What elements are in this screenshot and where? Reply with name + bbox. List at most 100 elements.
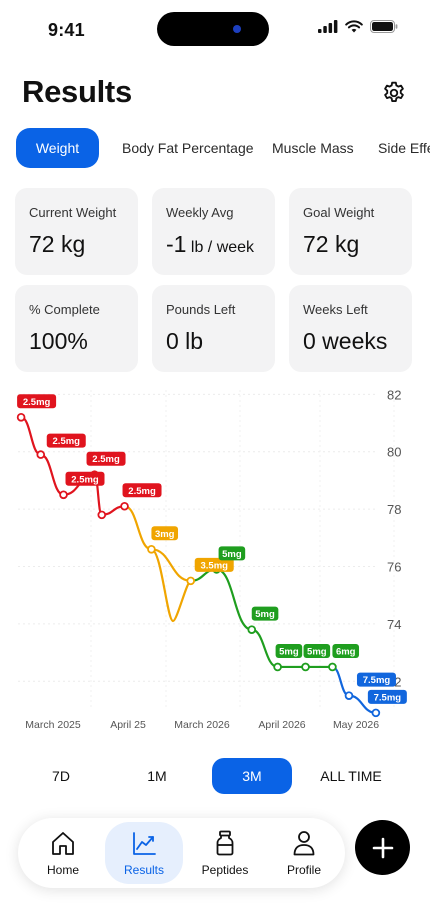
stat-value: 0 weeks [303,328,387,355]
data-point [344,691,354,700]
x-tick-label: March 2025 [25,719,81,731]
status-time: 9:41 [48,20,85,40]
stat-card-pounds-left: Pounds Left 0 lb [152,285,275,372]
settings-button[interactable] [380,79,408,107]
x-tick-label: April 2026 [258,719,305,731]
series-segment [215,568,253,631]
stat-card-weeks-left: Weeks Left 0 weeks [289,285,412,372]
stat-number: 100% [29,328,88,354]
dose-label: 6mg [336,646,356,657]
stat-number: -1 [166,231,187,257]
status-icons [318,20,398,33]
x-tick-label: May 2026 [333,719,379,731]
nav-label: Peptides [201,863,249,877]
nav-home[interactable]: Home [24,822,102,884]
range-all-time[interactable]: ALL TIME [310,758,392,794]
chart-icon [133,832,156,855]
stat-label: Weeks Left [303,302,368,317]
tab-muscle-mass[interactable]: Muscle Mass [272,128,354,168]
range-7d[interactable]: 7D [20,758,102,794]
dose-label: 3.5mg [200,560,228,571]
stat-label: % Complete [29,302,100,317]
series-segment [250,628,279,669]
dose-label: 2.5mg [128,486,156,497]
y-tick-label: 78 [387,502,401,517]
time-range-selector: 7D 1M 3M ALL TIME [20,758,410,794]
stat-value: 0 lb [166,328,203,355]
nav-profile[interactable]: Profile [265,822,343,884]
gear-icon [384,81,404,102]
add-entry-button[interactable] [355,820,410,875]
series-segment [20,416,42,456]
nav-results[interactable]: Results [105,822,183,884]
y-tick-label: 74 [387,617,401,632]
stat-number: 72 kg [29,231,86,257]
dynamic-island [157,12,269,46]
nav-label: Profile [286,863,321,877]
stat-label: Current Weight [29,205,117,220]
data-point [371,708,381,718]
dose-label: 2.5mg [92,454,120,465]
nav-peptides[interactable]: Peptides [186,822,264,884]
dose-label: 2.5mg [71,474,99,485]
stat-unit: lb / week [186,239,255,256]
bottom-nav: Home Results Peptides Profile [18,818,345,888]
stat-card-percent-complete: % Complete 100% [15,285,138,372]
stat-value: 72 kg [303,231,359,258]
stat-card-current-weight: Current Weight 72 kg [15,188,138,275]
home-icon [52,832,74,855]
dose-label: 5mg [279,646,299,657]
data-point [120,501,129,511]
camera-dot [233,25,241,33]
battery-icon [370,20,398,33]
x-tick-label: March 2026 [174,719,230,731]
stat-card-weekly-avg: Weekly Avg -1 lb / week [152,188,275,275]
range-1m[interactable]: 1M [116,758,198,794]
dose-label: 2.5mg [23,397,51,408]
cellular-signal-icon [318,20,338,33]
plus-icon [372,837,393,858]
data-point [273,662,282,672]
dose-label: 7.5mg [374,692,402,703]
stat-number: 0 weeks [303,328,388,354]
data-point [247,625,257,634]
data-point [36,450,46,459]
weight-chart[interactable]: 727476788082March 2025April 25March 2026… [0,380,430,735]
wifi-icon [345,20,363,33]
dose-label: 7.5mg [363,675,391,686]
stat-value: 72 kg [29,231,85,258]
series-segment-dip [150,548,192,623]
metric-tabs: Weight Body Fat Percentage Muscle Mass S… [16,128,430,168]
data-point [186,576,196,586]
stat-number: 72 kg [303,231,360,257]
weight-chart-svg: 727476788082March 2025April 25March 2026… [16,387,407,731]
stat-number: 0 lb [166,328,204,354]
data-point [301,662,310,672]
nav-label: Home [46,863,79,877]
person-icon [293,831,315,856]
stat-label: Weekly Avg [166,205,234,220]
tab-side-effects[interactable]: Side Effe [378,128,430,168]
data-point [16,413,26,422]
range-3m[interactable]: 3M [212,758,292,794]
stat-value: -1 lb / week [166,231,254,258]
stat-label: Pounds Left [166,302,236,317]
dose-label: 5mg [222,549,242,560]
dose-label: 5mg [255,609,275,620]
stat-card-goal-weight: Goal Weight 72 kg [289,188,412,275]
data-point [328,662,337,672]
series-segment [39,453,65,496]
series-segment [150,548,192,582]
status-bar: 9:41 [0,0,430,60]
data-point [97,510,107,520]
vial-icon [216,830,234,856]
x-tick-label: April 25 [110,719,146,731]
tab-weight[interactable]: Weight [16,128,99,168]
dose-label: 2.5mg [53,436,81,447]
data-point [147,545,156,554]
dose-label: 3mg [155,529,175,540]
page-title: Results [22,74,132,109]
data-point [59,490,68,500]
stat-value: 100% [29,328,88,355]
tab-body-fat-percentage[interactable]: Body Fat Percentage [122,128,254,168]
